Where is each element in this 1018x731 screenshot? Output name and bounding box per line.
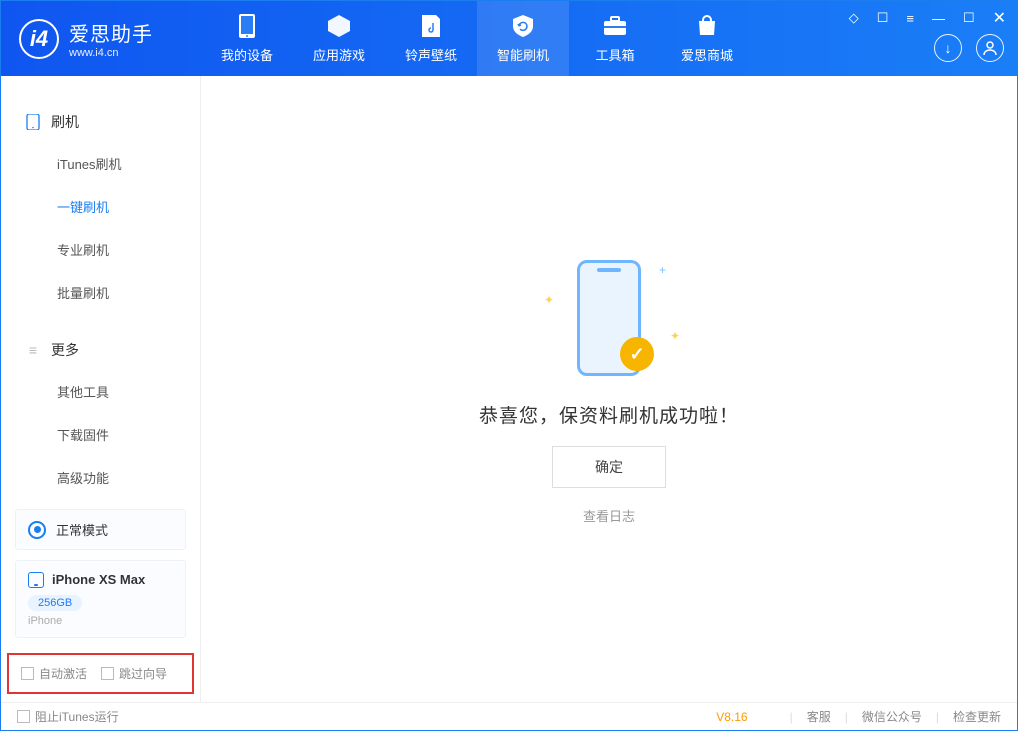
sidebar-item-batch-flash[interactable]: 批量刷机 xyxy=(1,271,200,314)
nav-label: 铃声壁纸 xyxy=(405,45,457,64)
sidebar: 刷机 iTunes刷机 一键刷机 专业刷机 批量刷机 ≡ 更多 其他工具 下载固… xyxy=(1,76,201,702)
nav-my-device[interactable]: 我的设备 xyxy=(201,1,293,76)
checkbox-skip-wizard[interactable]: 跳过向导 xyxy=(101,665,167,682)
top-right-actions: ↓ xyxy=(934,34,1004,62)
sidebar-item-advanced[interactable]: 高级功能 xyxy=(1,456,200,499)
app-logo-icon: i4 xyxy=(19,19,59,59)
nav-label: 我的设备 xyxy=(221,45,273,64)
nav-label: 智能刷机 xyxy=(497,45,549,64)
nav-label: 爱思商城 xyxy=(681,45,733,64)
nav-store[interactable]: 爱思商城 xyxy=(661,1,753,76)
maximize-button[interactable]: ☐ xyxy=(959,8,979,28)
sidebar-item-oneclick-flash[interactable]: 一键刷机 xyxy=(1,185,200,228)
nav-ringtone[interactable]: 铃声壁纸 xyxy=(385,1,477,76)
main-nav: 我的设备 应用游戏 铃声壁纸 智能刷机 工具箱 爱思商城 xyxy=(201,1,753,76)
phone-icon xyxy=(25,114,41,130)
wechat-link[interactable]: 微信公众号 xyxy=(862,708,922,725)
device-phone-icon xyxy=(28,572,44,588)
success-illustration: ✦ + ✦ ✓ xyxy=(534,253,684,383)
device-icon xyxy=(234,13,260,39)
version-label: V8.16 xyxy=(716,710,747,724)
minimize-button[interactable]: — xyxy=(928,9,949,28)
account-button[interactable] xyxy=(976,34,1004,62)
body-area: 刷机 iTunes刷机 一键刷机 专业刷机 批量刷机 ≡ 更多 其他工具 下载固… xyxy=(1,76,1017,702)
sidebar-group-title: 更多 xyxy=(51,340,79,360)
app-name: 爱思助手 xyxy=(69,18,153,47)
main-content: ✦ + ✦ ✓ 恭喜您，保资料刷机成功啦！ 确定 查看日志 xyxy=(201,76,1017,702)
title-bar: i4 爱思助手 www.i4.cn 我的设备 应用游戏 铃声壁纸 智能刷机 工具… xyxy=(1,1,1017,76)
lock-icon[interactable]: ☐ xyxy=(873,8,893,28)
check-update-link[interactable]: 检查更新 xyxy=(953,708,1001,725)
window-controls: ◇ ☐ ≡ — ☐ ✕ xyxy=(845,6,1010,30)
music-file-icon xyxy=(418,13,444,39)
ok-button[interactable]: 确定 xyxy=(552,446,666,488)
nav-toolbox[interactable]: 工具箱 xyxy=(569,1,661,76)
device-type: iPhone xyxy=(28,615,173,627)
sidebar-item-pro-flash[interactable]: 专业刷机 xyxy=(1,228,200,271)
close-button[interactable]: ✕ xyxy=(989,6,1010,30)
bag-icon xyxy=(694,13,720,39)
refresh-shield-icon xyxy=(510,13,536,39)
logo-area: i4 爱思助手 www.i4.cn xyxy=(1,18,201,59)
nav-flash[interactable]: 智能刷机 xyxy=(477,1,569,76)
mode-box: 正常模式 xyxy=(15,509,186,550)
nav-label: 工具箱 xyxy=(595,45,634,64)
status-bar: 阻止iTunes运行 V8.16 | 客服 | 微信公众号 | 检查更新 xyxy=(1,702,1017,730)
sidebar-group-more: ≡ 更多 xyxy=(1,330,200,370)
mode-indicator-icon xyxy=(28,521,46,539)
success-message: 恭喜您，保资料刷机成功啦！ xyxy=(479,401,739,428)
tshirt-icon[interactable]: ◇ xyxy=(845,8,863,28)
download-button[interactable]: ↓ xyxy=(934,34,962,62)
customer-service-link[interactable]: 客服 xyxy=(807,708,831,725)
device-name: iPhone XS Max xyxy=(52,572,145,587)
list-icon: ≡ xyxy=(25,342,41,358)
device-box[interactable]: iPhone XS Max 256GB iPhone xyxy=(15,560,186,638)
checkbox-block-itunes[interactable]: 阻止iTunes运行 xyxy=(17,708,119,725)
toolbox-icon xyxy=(602,13,628,39)
check-badge-icon: ✓ xyxy=(620,337,654,371)
view-log-link[interactable]: 查看日志 xyxy=(583,506,635,525)
sidebar-item-itunes-flash[interactable]: iTunes刷机 xyxy=(1,142,200,185)
sidebar-group-flash: 刷机 xyxy=(1,102,200,142)
nav-label: 应用游戏 xyxy=(313,45,365,64)
cube-icon xyxy=(326,13,352,39)
nav-apps[interactable]: 应用游戏 xyxy=(293,1,385,76)
app-domain: www.i4.cn xyxy=(69,47,153,59)
device-mode: 正常模式 xyxy=(56,520,108,539)
device-capacity: 256GB xyxy=(28,595,82,611)
highlighted-options: 自动激活 跳过向导 xyxy=(7,653,194,694)
menu-icon[interactable]: ≡ xyxy=(902,9,918,28)
sidebar-group-title: 刷机 xyxy=(51,112,79,132)
checkbox-auto-activate[interactable]: 自动激活 xyxy=(21,665,87,682)
sidebar-item-download-firmware[interactable]: 下载固件 xyxy=(1,413,200,456)
sidebar-item-other-tools[interactable]: 其他工具 xyxy=(1,370,200,413)
